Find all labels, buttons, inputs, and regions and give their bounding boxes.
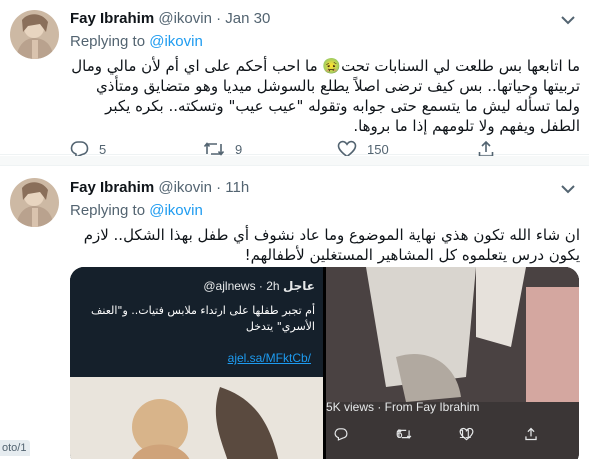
embedded-tweet-screenshot[interactable]: @ajlnews · 2h عاجل أم تجبر طفلها على ارت… bbox=[70, 267, 323, 459]
embedded-tweet-text: أم تجبر طفلها على ارتداء ملابس فتيات.. و… bbox=[90, 304, 315, 333]
share-icon bbox=[524, 427, 538, 441]
video-views: 5K views · From Fay Ibrahim bbox=[326, 400, 480, 414]
replying-to-label: Replying to bbox=[70, 202, 146, 219]
separator: · bbox=[216, 179, 222, 196]
tweet[interactable]: Fay Ibrahim @ikovin · 11h Replying to @i… bbox=[0, 167, 589, 459]
tweet-text: ان شاء الله تكون هذي نهاية الموضوع وما ع… bbox=[83, 226, 580, 264]
status-url-label: oto/1 bbox=[0, 440, 31, 456]
video-still bbox=[326, 267, 579, 402]
chevron-down-icon[interactable] bbox=[559, 183, 577, 195]
embedded-tweet-header: @ajlnews · 2h عاجل bbox=[203, 279, 315, 293]
replying-to-handle[interactable]: @ikovin bbox=[149, 33, 203, 50]
separator: · bbox=[216, 10, 222, 27]
author-name[interactable]: Fay Ibrahim bbox=[70, 10, 154, 27]
video-thumbnail[interactable]: 5K views · From Fay Ibrahim 6 11 bbox=[326, 267, 579, 459]
tweet-header: Fay Ibrahim @ikovin · Jan 30 bbox=[70, 10, 270, 27]
embedded-retweet-count: 6 bbox=[396, 427, 403, 441]
embedded-actions: 6 11 bbox=[334, 427, 574, 447]
embedded-name: عاجل bbox=[282, 279, 315, 293]
tweet-text: ما اتابعها بس طلعت لي السنابات تحت🤢 ما ا… bbox=[71, 57, 580, 135]
like-count: 150 bbox=[367, 141, 389, 157]
chevron-down-icon[interactable] bbox=[559, 14, 577, 26]
tweet-media[interactable]: @ajlnews · 2h عاجل أم تجبر طفلها على ارت… bbox=[70, 267, 579, 459]
tweet-header: Fay Ibrahim @ikovin · 11h bbox=[70, 179, 249, 196]
author-handle[interactable]: @ikovin bbox=[158, 179, 212, 196]
tweet-time[interactable]: Jan 30 bbox=[225, 10, 270, 27]
author-handle[interactable]: @ikovin bbox=[158, 10, 212, 27]
embedded-handle: @ajlnews · 2h bbox=[203, 279, 280, 293]
avatar[interactable] bbox=[10, 178, 59, 227]
thread-divider bbox=[0, 156, 589, 166]
embedded-link[interactable]: ajel.sa/MFktCb/ bbox=[228, 351, 311, 365]
tweet-time[interactable]: 11h bbox=[225, 179, 249, 196]
reply-count: 5 bbox=[99, 141, 107, 157]
tweet[interactable]: Fay Ibrahim @ikovin · Jan 30 Replying to… bbox=[0, 0, 589, 158]
embedded-like-count: 11 bbox=[459, 427, 472, 441]
avatar[interactable] bbox=[10, 10, 59, 59]
replying-to-handle[interactable]: @ikovin bbox=[149, 202, 203, 219]
author-name[interactable]: Fay Ibrahim bbox=[70, 179, 154, 196]
replying-to: Replying to @ikovin bbox=[70, 33, 203, 50]
replying-to-label: Replying to bbox=[70, 33, 146, 50]
retweet-count: 9 bbox=[235, 141, 243, 157]
reply-icon bbox=[334, 427, 348, 441]
replying-to: Replying to @ikovin bbox=[70, 202, 203, 219]
news-photo bbox=[70, 377, 323, 459]
